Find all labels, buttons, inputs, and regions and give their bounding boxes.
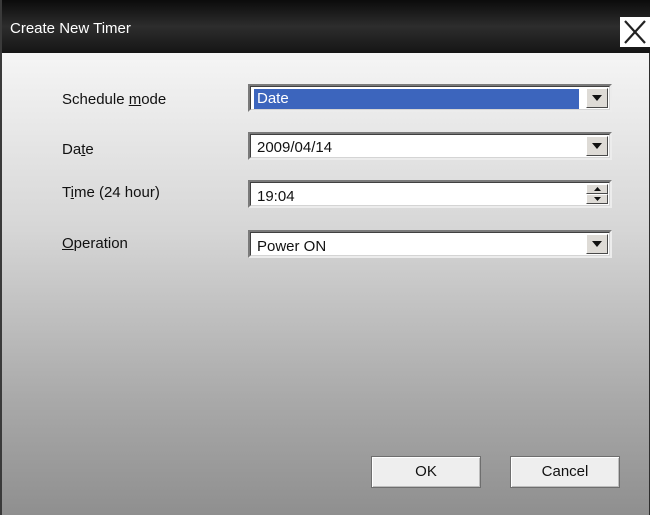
arrow-down-icon <box>594 197 601 201</box>
schedule-mode-select[interactable]: Date <box>248 84 612 112</box>
chevron-down-icon <box>592 95 602 101</box>
chevron-down-icon <box>592 241 602 247</box>
date-picker[interactable]: 2009/04/14 <box>248 132 612 160</box>
time-label: Time (24 hour) <box>62 184 160 201</box>
close-button[interactable] <box>620 17 650 47</box>
date-dropdown-button[interactable] <box>586 136 608 156</box>
time-value: 19:04 <box>257 188 295 205</box>
arrow-up-icon <box>594 187 601 191</box>
operation-dropdown-button[interactable] <box>586 234 608 254</box>
schedule-mode-label: Schedule mode <box>62 91 167 108</box>
operation-select[interactable]: Power ON <box>248 230 612 258</box>
operation-label: Operation <box>62 235 128 252</box>
date-label: Date <box>62 141 94 158</box>
time-stepper[interactable]: 19:04 <box>248 180 612 208</box>
ok-button[interactable]: OK <box>371 456 481 488</box>
close-x-icon <box>624 20 646 44</box>
date-value: 2009/04/14 <box>257 139 333 156</box>
chevron-down-icon <box>592 143 602 149</box>
create-timer-dialog: Create New Timer Schedule mode Date Date… <box>0 0 650 515</box>
schedule-mode-value: Date <box>254 89 579 109</box>
cancel-button[interactable]: Cancel <box>510 456 620 488</box>
time-decrement-button[interactable] <box>586 194 608 204</box>
time-increment-button[interactable] <box>586 184 608 194</box>
title-bar: Create New Timer <box>2 0 650 53</box>
dialog-title: Create New Timer <box>10 20 131 37</box>
operation-value: Power ON <box>257 238 327 255</box>
schedule-mode-dropdown-button[interactable] <box>586 88 608 108</box>
